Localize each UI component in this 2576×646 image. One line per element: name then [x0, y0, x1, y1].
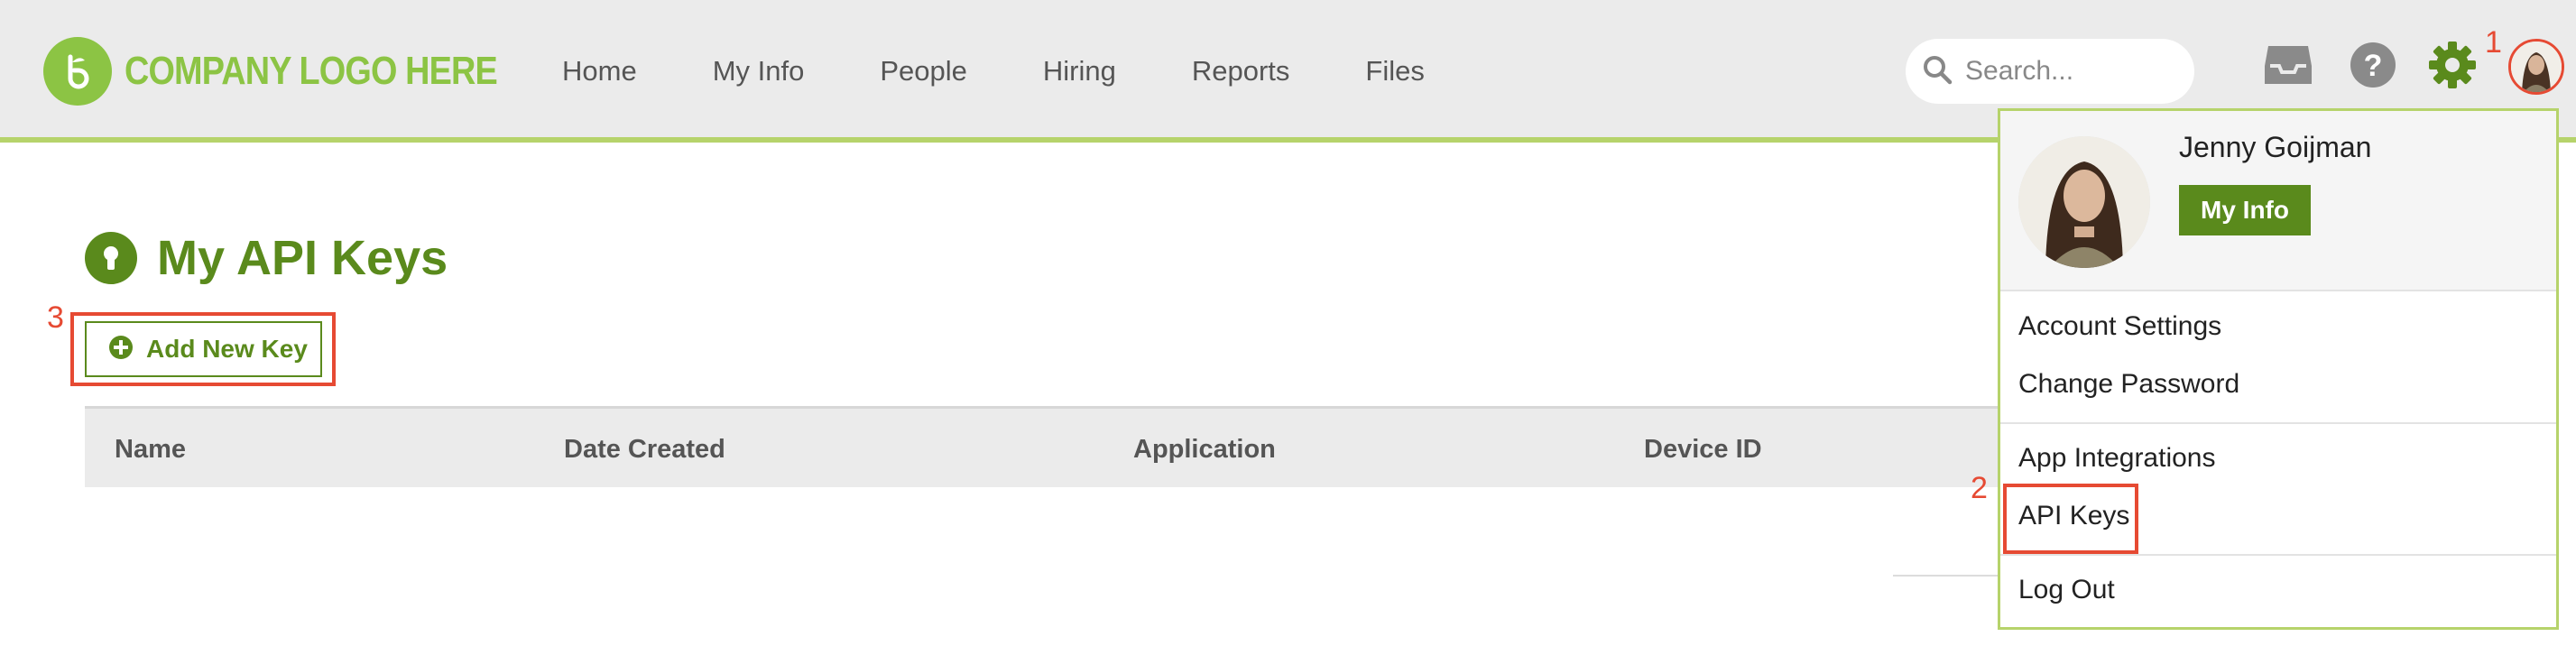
logo-mark-icon — [43, 37, 112, 106]
nav-item-files[interactable]: Files — [1365, 55, 1424, 88]
nav-item-home[interactable]: Home — [562, 55, 637, 88]
column-header-name[interactable]: Name — [115, 409, 186, 490]
search-box[interactable] — [1906, 39, 2194, 104]
nav-item-hiring[interactable]: Hiring — [1043, 55, 1116, 88]
inbox-icon[interactable] — [2261, 38, 2315, 92]
menu-divider — [2000, 554, 2556, 556]
step-marker-2: 2 — [1971, 471, 1988, 505]
column-header-application[interactable]: Application — [1133, 409, 1276, 490]
menu-divider — [2000, 422, 2556, 424]
search-input[interactable] — [1965, 56, 2173, 87]
page-header: My API Keys — [85, 230, 448, 286]
nav-item-reports[interactable]: Reports — [1192, 55, 1290, 88]
user-menu-dropdown: Jenny Goijman My Info Account Settings C… — [1998, 108, 2559, 630]
menu-item-account-settings[interactable]: Account Settings — [2018, 311, 2221, 342]
user-menu-header: Jenny Goijman My Info — [2000, 111, 2556, 291]
table-bottom-divider — [1893, 575, 2001, 577]
menu-item-app-integrations[interactable]: App Integrations — [2018, 443, 2215, 474]
gear-icon[interactable] — [2425, 38, 2479, 92]
user-name: Jenny Goijman — [2179, 131, 2372, 163]
logo-text: COMPANY LOGO HERE — [125, 49, 498, 93]
my-info-button[interactable]: My Info — [2179, 185, 2311, 235]
search-icon — [1922, 54, 1953, 89]
nav-item-people[interactable]: People — [880, 55, 967, 88]
svg-text:?: ? — [2364, 49, 2383, 83]
main-nav: Home My Info People Hiring Reports Files — [562, 0, 1500, 143]
api-keys-table-header: Name Date Created Application Device ID — [85, 406, 2034, 487]
page-title: My API Keys — [157, 231, 448, 285]
step-marker-1: 1 — [2485, 25, 2502, 60]
add-new-key-label: Add New Key — [146, 335, 308, 363]
menu-item-change-password[interactable]: Change Password — [2018, 369, 2239, 400]
nav-item-my-info[interactable]: My Info — [713, 55, 805, 88]
menu-item-log-out[interactable]: Log Out — [2018, 575, 2115, 605]
step-marker-3: 3 — [47, 300, 64, 335]
key-lock-icon — [85, 232, 137, 284]
user-profile-photo — [2018, 136, 2150, 268]
add-new-key-button[interactable]: Add New Key — [85, 321, 322, 377]
menu-item-api-keys[interactable]: API Keys — [2018, 501, 2129, 531]
column-header-device-id[interactable]: Device ID — [1644, 409, 1762, 490]
column-header-date-created[interactable]: Date Created — [564, 409, 725, 490]
plus-circle-icon — [108, 335, 134, 365]
help-icon[interactable]: ? — [2346, 38, 2400, 92]
company-logo[interactable]: COMPANY LOGO HERE — [43, 36, 558, 106]
user-avatar-button[interactable] — [2508, 39, 2564, 95]
